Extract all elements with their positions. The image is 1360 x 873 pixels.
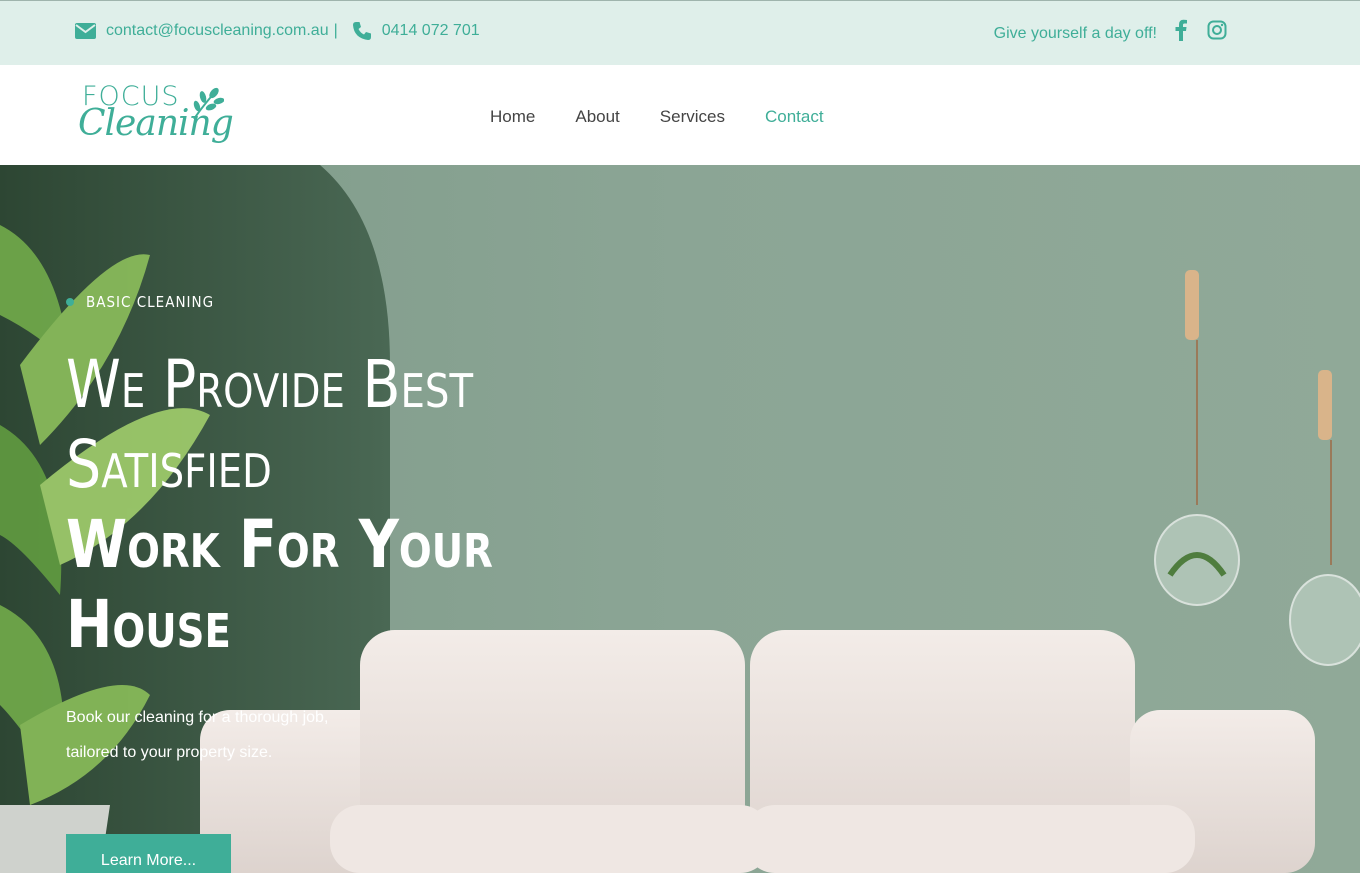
instagram-icon[interactable] [1207, 20, 1227, 45]
headline-line-4: House [66, 586, 231, 663]
hero-tag: BASIC CLEANING [66, 293, 214, 311]
facebook-icon[interactable] [1175, 19, 1187, 46]
phone-icon[interactable] [352, 21, 372, 41]
hero-description-line-1: Book our cleaning for a thorough job, [66, 709, 329, 726]
tag-dot [66, 298, 74, 306]
hero-tag-label: BASIC CLEANING [86, 293, 215, 311]
hero-section: BASIC CLEANING We Provide Best Satisfied… [0, 165, 1360, 873]
contact-info: contact@focuscleaning.com.au | 0414 072 … [75, 21, 480, 41]
email-link[interactable]: contact@focuscleaning.com.au [106, 22, 329, 40]
nav-services[interactable]: Services [660, 107, 725, 127]
site-header: FOCUS Cleaning Home About Services Conta… [0, 65, 1360, 165]
topbar-right: Give yourself a day off! [994, 19, 1227, 46]
headline-line-3: Work For Your [66, 506, 493, 583]
leaf-icon [190, 85, 225, 126]
top-bar: contact@focuscleaning.com.au | 0414 072 … [0, 0, 1360, 65]
separator: | [333, 22, 338, 39]
headline-line-2: Satisfied [66, 426, 272, 503]
nav-contact[interactable]: Contact [765, 107, 824, 127]
envelope-icon[interactable] [75, 23, 96, 39]
learn-more-button[interactable]: Learn More... [66, 834, 231, 873]
tagline: Give yourself a day off! [993, 25, 1157, 42]
phone-link[interactable]: 0414 072 701 [382, 22, 480, 40]
hero-headline: We Provide Best Satisfied Work For Your … [66, 345, 493, 665]
hero-description-line-2: tailored to your property size. [66, 744, 273, 761]
headline-line-1: We Provide Best [66, 346, 474, 423]
logo[interactable]: FOCUS Cleaning [78, 81, 234, 157]
main-nav: Home About Services Contact [490, 107, 824, 127]
nav-home[interactable]: Home [490, 107, 535, 127]
hero-description: Book our cleaning for a thorough job, ta… [66, 700, 328, 770]
nav-about[interactable]: About [575, 107, 619, 127]
